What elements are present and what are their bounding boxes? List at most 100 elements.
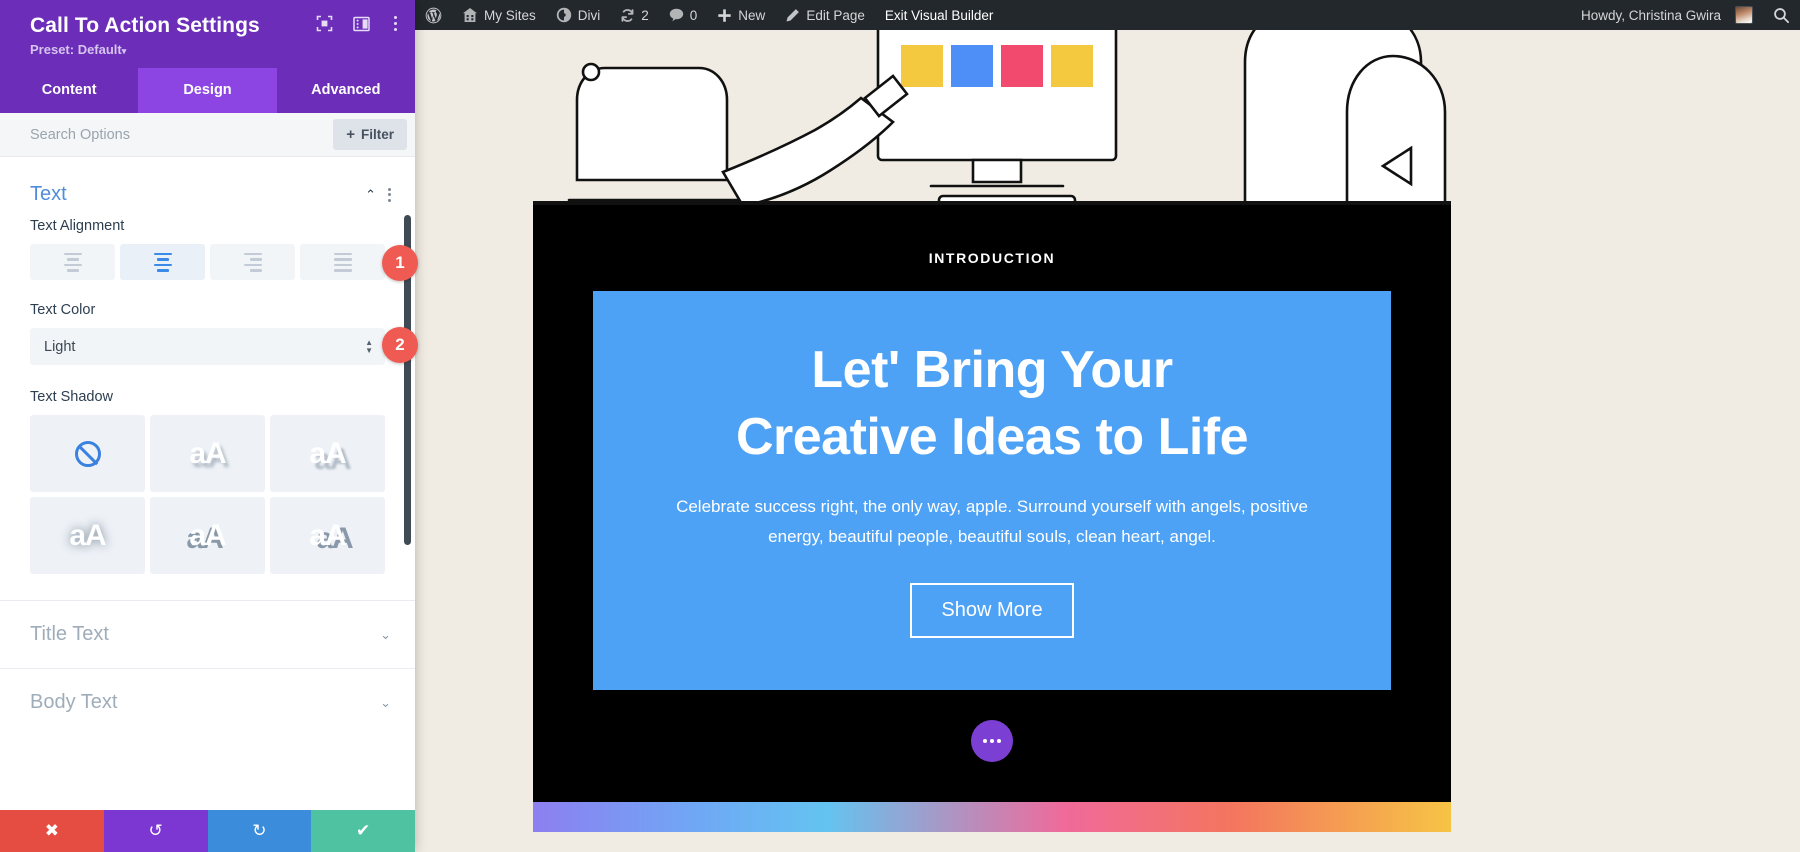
dot-icon	[983, 739, 987, 743]
text-shadow-option-3[interactable]: aA	[270, 415, 385, 492]
text-color-select[interactable]: Light	[30, 328, 385, 365]
text-shadow-option-4[interactable]: aA	[30, 497, 145, 574]
save-changes-button[interactable]: ✔	[311, 810, 415, 852]
align-left-icon	[64, 253, 82, 272]
comments-count: 0	[690, 8, 698, 23]
search-button[interactable]	[1763, 0, 1800, 30]
wordpress-logo-button[interactable]	[415, 0, 452, 30]
search-options-bar: + Filter	[0, 113, 415, 157]
redo-button[interactable]: ↻	[208, 810, 312, 852]
group-title-text: Text	[30, 183, 359, 206]
text-alignment-options	[30, 244, 385, 280]
panel-header: Call To Action Settings Preset: Default▾	[0, 0, 415, 68]
chevron-up-icon[interactable]: ⌃	[359, 184, 382, 205]
filter-button-label: Filter	[361, 127, 394, 142]
cta-title-line-2: Creative Ideas to Life	[643, 404, 1341, 471]
updates-icon	[620, 8, 635, 23]
align-justify-icon	[334, 253, 352, 272]
section-eyebrow: INTRODUCTION	[533, 250, 1451, 266]
text-shadow-sample: aA	[309, 519, 345, 553]
chevron-down-icon[interactable]: ⌄	[374, 624, 397, 645]
admin-bar-item-updates[interactable]: 2	[610, 0, 659, 30]
group-title-title-text: Title Text	[30, 623, 374, 646]
filter-button[interactable]: + Filter	[333, 119, 407, 150]
admin-bar-item-my-sites[interactable]: My Sites	[452, 0, 546, 30]
field-text-shadow: Text Shadow aA aA aA	[0, 365, 415, 574]
search-icon	[1773, 7, 1790, 24]
plus-icon	[717, 8, 732, 23]
howdy-menu[interactable]: Howdy, Christina Gwira	[1571, 0, 1763, 30]
callout-badge-1: 1	[382, 245, 418, 281]
cta-title-line-1: Let' Bring Your	[643, 337, 1341, 404]
new-label: New	[738, 8, 765, 23]
admin-bar-item-edit-page[interactable]: Edit Page	[775, 0, 875, 30]
avatar	[1735, 6, 1753, 24]
align-right-button[interactable]	[210, 244, 295, 280]
text-shadow-label: Text Shadow	[30, 389, 385, 405]
field-text-alignment: Text Alignment	[0, 214, 415, 280]
align-center-icon	[154, 253, 172, 272]
callout-badge-2: 2	[382, 327, 418, 363]
align-justify-button[interactable]	[300, 244, 385, 280]
align-center-button[interactable]	[120, 244, 205, 280]
divi-icon	[556, 7, 572, 23]
text-shadow-sample: aA	[189, 437, 225, 471]
cta-title: Let' Bring Your Creative Ideas to Life	[643, 337, 1341, 470]
dot-icon	[997, 739, 1001, 743]
admin-bar-item-comments[interactable]: 0	[659, 0, 708, 30]
edit-page-label: Edit Page	[806, 8, 865, 23]
tab-advanced[interactable]: Advanced	[277, 68, 415, 113]
plus-icon: +	[346, 126, 355, 143]
app-root: Call To Action Settings Preset: Default▾	[0, 0, 1800, 852]
group-header-title-text[interactable]: Title Text ⌄	[0, 601, 415, 668]
more-options-icon[interactable]	[390, 16, 401, 31]
group-options-icon[interactable]	[382, 184, 397, 206]
group-header-text[interactable]: Text ⌃	[0, 157, 415, 214]
panel-preset-label: Preset: Default	[30, 42, 122, 57]
wp-admin-bar: My Sites Divi 2 0	[415, 0, 1800, 30]
pencil-icon	[785, 8, 800, 23]
panel-layout-icon[interactable]	[353, 16, 370, 32]
field-text-color: Text Color Light ▲▼	[0, 280, 415, 365]
cancel-changes-button[interactable]: ✖	[0, 810, 104, 852]
admin-bar-item-divi[interactable]: Divi	[546, 0, 611, 30]
text-color-label: Text Color	[30, 302, 385, 318]
tab-content[interactable]: Content	[0, 68, 138, 113]
call-to-action-module[interactable]: Let' Bring Your Creative Ideas to Life C…	[593, 291, 1391, 690]
wordpress-logo-icon	[425, 7, 442, 24]
text-shadow-option-5[interactable]: aA	[150, 497, 265, 574]
text-shadow-option-6[interactable]: aA	[270, 497, 385, 574]
text-alignment-label: Text Alignment	[30, 218, 385, 234]
undo-button[interactable]: ↺	[104, 810, 208, 852]
group-header-body-text[interactable]: Body Text ⌄	[0, 669, 415, 736]
my-sites-label: My Sites	[484, 8, 536, 23]
text-shadow-sample: aA	[189, 519, 225, 553]
panel-preset[interactable]: Preset: Default▾	[30, 42, 397, 57]
divi-label: Divi	[578, 8, 601, 23]
text-shadow-sample: aA	[69, 519, 105, 553]
text-shadow-none-button[interactable]	[30, 415, 145, 492]
tab-design[interactable]: Design	[138, 68, 276, 113]
group-title-body-text: Body Text	[30, 691, 374, 714]
text-color-select-wrap: Light ▲▼	[30, 328, 385, 365]
text-shadow-sample: aA	[309, 437, 345, 471]
chevron-down-icon: ▾	[122, 46, 127, 56]
panel-tabs: Content Design Advanced	[0, 68, 415, 113]
align-right-icon	[244, 253, 262, 272]
chevron-down-icon[interactable]: ⌄	[374, 692, 397, 713]
panel-scroll-area: Text ⌃ Text Alignment	[0, 157, 415, 810]
dot-icon	[990, 739, 994, 743]
fullscreen-icon[interactable]	[316, 15, 333, 32]
search-input[interactable]	[30, 127, 333, 143]
updates-count: 2	[641, 8, 649, 23]
align-left-button[interactable]	[30, 244, 115, 280]
desk-illustration-icon	[533, 30, 1451, 205]
cta-show-more-button[interactable]: Show More	[910, 583, 1073, 638]
admin-bar-item-exit-visual-builder[interactable]: Exit Visual Builder	[875, 0, 1004, 30]
text-shadow-option-2[interactable]: aA	[150, 415, 265, 492]
admin-bar-item-new[interactable]: New	[707, 0, 775, 30]
add-module-button[interactable]	[971, 720, 1013, 762]
text-shadow-options: aA aA aA aA aA	[30, 415, 385, 574]
introduction-section: INTRODUCTION Let' Bring Your Creative Id…	[533, 205, 1451, 802]
panel-footer-actions: ✖ ↺ ↻ ✔	[0, 810, 415, 852]
